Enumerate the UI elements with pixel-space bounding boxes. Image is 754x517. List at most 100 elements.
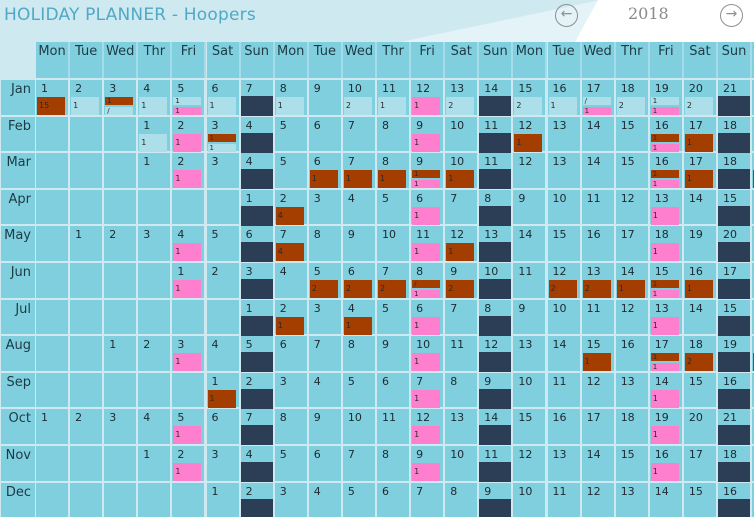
day-cell[interactable] (104, 372, 137, 408)
day-cell[interactable]: 3 (240, 263, 273, 299)
booking-pink[interactable]: 1 (412, 180, 441, 189)
booking-pink[interactable]: 1 (412, 133, 441, 152)
booking-brown[interactable]: 4 (275, 243, 304, 262)
booking-pink[interactable]: 1 (173, 133, 202, 152)
day-cell[interactable]: 15 (683, 482, 716, 517)
day-cell[interactable]: 12 1 (411, 80, 444, 115)
day-cell[interactable]: 8 (377, 446, 410, 481)
booking-light[interactable]: 1 (139, 97, 168, 115)
next-year-button[interactable]: → (720, 4, 743, 27)
day-cell[interactable]: 11 (479, 446, 512, 482)
day-cell[interactable]: 18 2 (615, 80, 648, 115)
day-cell[interactable]: 9 (308, 409, 341, 444)
day-cell[interactable]: 16 1 1 (649, 116, 682, 152)
day-cell[interactable] (70, 446, 103, 481)
day-cell[interactable]: 10 1 (445, 153, 478, 189)
day-cell[interactable]: 12 (513, 446, 546, 481)
day-cell[interactable]: 13 (445, 409, 478, 444)
day-cell[interactable]: 8 (445, 482, 478, 517)
day-cell[interactable]: 17 (615, 226, 648, 261)
day-cell[interactable]: 13 2 (581, 263, 614, 298)
booking-brown[interactable]: 1 (105, 97, 134, 105)
day-cell[interactable]: 14 (649, 482, 682, 517)
day-cell[interactable]: 91 (411, 116, 444, 152)
booking-brown[interactable]: 2 (548, 280, 577, 298)
day-cell[interactable]: 12 1 (445, 226, 478, 262)
booking-pink[interactable]: 1 (650, 107, 679, 115)
day-cell[interactable]: 15 (683, 372, 716, 408)
day-cell[interactable] (36, 189, 69, 225)
day-cell[interactable] (70, 189, 103, 225)
day-cell[interactable]: 8 (377, 116, 410, 152)
day-cell[interactable] (70, 263, 103, 298)
day-cell[interactable]: 3 (308, 189, 341, 225)
day-cell[interactable]: 74 (274, 226, 307, 262)
booking-light[interactable]: 1 (207, 143, 236, 152)
day-cell[interactable]: 18 2 (683, 336, 716, 372)
day-cell[interactable] (172, 372, 205, 408)
day-cell[interactable] (138, 189, 171, 225)
day-cell[interactable] (206, 189, 239, 225)
booking-pink[interactable]: 1 (412, 463, 441, 481)
day-cell[interactable]: 7 (411, 482, 444, 517)
day-cell[interactable]: 9 (479, 482, 512, 517)
day-cell[interactable]: 20 (683, 409, 716, 444)
day-cell[interactable] (36, 116, 69, 152)
day-cell[interactable]: 20 (718, 226, 751, 263)
day-cell[interactable]: 3 1 / (104, 80, 137, 115)
day-cell[interactable]: 14 1 (615, 263, 648, 298)
day-cell[interactable] (70, 482, 103, 517)
day-cell[interactable]: 11 (206, 372, 239, 408)
day-cell[interactable] (104, 116, 137, 152)
booking-pink[interactable]: 1 (650, 180, 679, 189)
day-cell[interactable]: 17 1 1 (649, 336, 682, 372)
day-cell[interactable]: 61 (206, 80, 239, 115)
booking-pink[interactable]: 1 (650, 243, 679, 262)
booking-brown[interactable]: 2 (684, 353, 713, 372)
booking-pink[interactable]: 1 (412, 206, 441, 225)
day-cell[interactable] (36, 372, 69, 408)
day-cell[interactable]: 16 (718, 482, 751, 517)
day-cell[interactable]: 18 (615, 409, 648, 444)
day-cell[interactable] (104, 299, 137, 335)
day-cell[interactable]: 15 2 (513, 80, 546, 115)
day-cell[interactable]: 19 1 1 (649, 80, 682, 115)
previous-year-button[interactable]: ← (555, 4, 578, 27)
booking-pink[interactable]: 1 (650, 463, 679, 481)
day-cell[interactable]: 15 (513, 409, 546, 444)
day-cell[interactable]: 6 (308, 446, 341, 481)
day-cell[interactable]: 7 (308, 336, 341, 371)
day-cell[interactable]: 15 (718, 189, 751, 226)
day-cell[interactable]: 11 (479, 153, 512, 190)
day-cell[interactable]: 9 (308, 80, 341, 115)
day-cell[interactable]: 6 (274, 336, 307, 371)
day-cell[interactable]: 14 (683, 189, 716, 225)
day-cell[interactable]: 5 (342, 482, 375, 517)
day-cell[interactable]: 2 (138, 336, 171, 371)
booking-pink[interactable]: 1 (412, 97, 441, 115)
day-cell[interactable]: 61 (411, 299, 444, 335)
day-cell[interactable]: 2 (206, 263, 239, 298)
day-cell[interactable]: 8 (274, 409, 307, 444)
day-cell[interactable]: 5 1 1 (172, 80, 205, 115)
day-cell[interactable]: 52 (308, 263, 341, 298)
day-cell[interactable]: 13 (615, 482, 648, 517)
day-cell[interactable] (104, 189, 137, 225)
day-cell[interactable]: 81 (377, 153, 410, 189)
booking-light[interactable]: 1 (378, 97, 407, 115)
booking-brown[interactable]: 1 (343, 170, 372, 189)
booking-brown[interactable]: 1 (343, 316, 372, 335)
day-cell[interactable]: 11 (479, 116, 512, 153)
day-cell[interactable]: 8 (308, 226, 341, 261)
day-cell[interactable]: 6 (377, 482, 410, 517)
day-cell[interactable]: 17 / 1 (581, 80, 614, 115)
day-cell[interactable]: 81 (274, 80, 307, 115)
day-cell[interactable]: 15 (718, 299, 751, 336)
booking-pink[interactable]: 1 (650, 316, 679, 335)
day-cell[interactable]: 11 (513, 263, 546, 298)
day-cell[interactable]: 21 (274, 299, 307, 335)
day-cell[interactable]: 13 (547, 153, 580, 188)
day-cell[interactable]: 5 (377, 189, 410, 225)
day-cell[interactable]: 12 (513, 153, 546, 188)
booking-light[interactable]: 1 (71, 97, 100, 115)
